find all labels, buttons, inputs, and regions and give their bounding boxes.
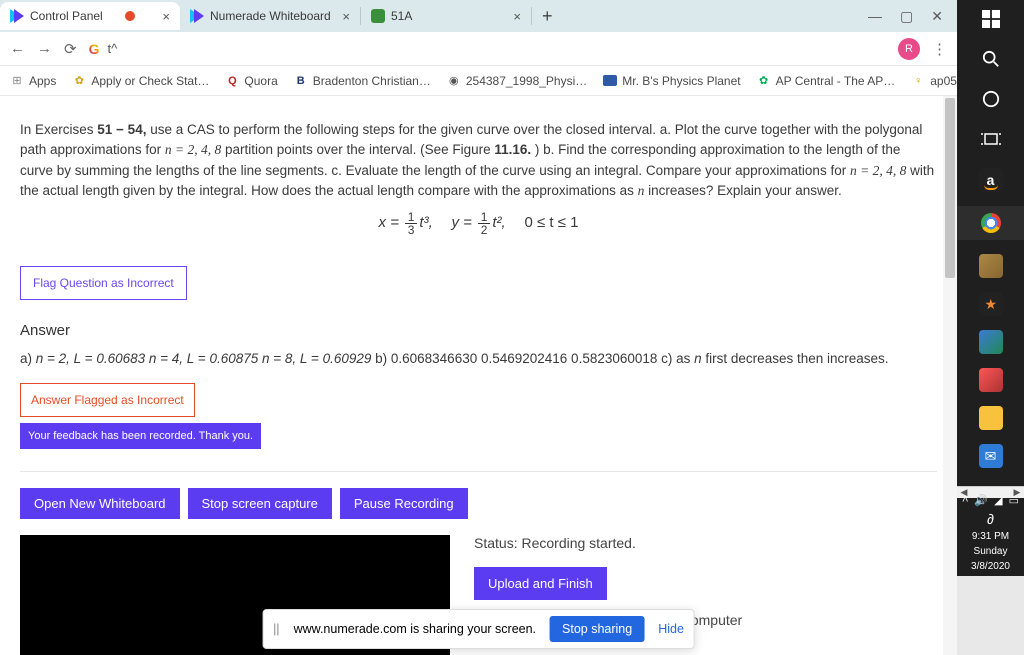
screen-share-bar: || www.numerade.com is sharing your scre… [262,609,695,649]
vertical-scrollbar[interactable] [943,96,957,655]
system-tray: ˄ 🔊 ◢ ▭ ∂ 9:31 PM Sunday 3/8/2020 [957,494,1024,576]
address-bar: ← → ⟳ G t^ R ⋮ [0,32,957,66]
answer-flagged-badge[interactable]: Answer Flagged as Incorrect [20,383,195,417]
start-icon[interactable] [980,8,1002,30]
tab-label: Control Panel [30,9,103,23]
numerade-icon [10,9,24,23]
forward-icon[interactable]: → [37,40,52,57]
close-icon[interactable]: × [162,9,170,24]
close-icon[interactable]: × [513,9,521,24]
file-explorer-icon[interactable] [979,406,1003,430]
windows-taskbar: a ★ ✉ ◀ ▶ ˄ 🔊 ◢ ▭ ∂ 9:31 PM Sunday 3/8/2… [957,0,1024,576]
google-icon: G [89,41,100,57]
answer-text: a) n = 2, L = 0.60683 n = 4, L = 0.60875… [20,349,937,369]
bookmarks-bar: ⊞Apps ✿Apply or Check Stat… QQuora BBrad… [0,66,957,96]
tab-strip: Control Panel × Numerade Whiteboard × 51… [0,0,957,32]
flag-question-button[interactable]: Flag Question as Incorrect [20,266,187,300]
taskview-icon[interactable] [980,128,1002,150]
app-icon [371,9,385,23]
equation-display: x = 13t³, y = 12t², 0 ≤ t ≤ 1 [20,211,937,236]
hide-share-button[interactable]: Hide [658,622,684,636]
search-icon[interactable] [980,48,1002,70]
app-icon-2[interactable]: ★ [979,292,1003,316]
apps-shortcut[interactable]: ⊞Apps [10,74,56,88]
app-icon-3[interactable] [979,368,1003,392]
bookmark-bradenton[interactable]: BBradenton Christian… [294,74,431,88]
url-text: t^ [107,41,117,56]
reload-icon[interactable]: ⟳ [64,40,77,58]
minimize-icon[interactable]: — [868,8,882,25]
maximize-icon[interactable]: ▢ [900,8,913,25]
mail-icon[interactable]: ✉ [979,444,1003,468]
tab-control-panel[interactable]: Control Panel × [0,2,180,30]
clock-day: Sunday [974,546,1008,557]
tab-51a[interactable]: 51A × [361,2,531,30]
bookmark-quora[interactable]: QQuora [225,74,277,88]
answer-heading: Answer [20,320,937,343]
open-whiteboard-button[interactable]: Open New Whiteboard [20,488,180,519]
upload-finish-button[interactable]: Upload and Finish [474,567,607,600]
stop-capture-button[interactable]: Stop screen capture [188,488,332,519]
pause-recording-button[interactable]: Pause Recording [340,488,468,519]
profile-avatar[interactable]: R [898,38,920,60]
tab-label: 51A [391,9,412,23]
back-icon[interactable]: ← [10,40,25,57]
tab-whiteboard[interactable]: Numerade Whiteboard × [180,2,360,30]
question-text: In Exercises 51 − 54, use a CAS to perfo… [20,120,937,201]
share-message: www.numerade.com is sharing your screen. [294,622,536,636]
wifi-icon[interactable]: ◢ [994,494,1002,507]
bookmark-apply[interactable]: ✿Apply or Check Stat… [72,74,209,88]
clock-time[interactable]: 9:31 PM [972,531,1009,542]
tab-label: Numerade Whiteboard [210,9,331,23]
page-viewport: In Exercises 51 − 54, use a CAS to perfo… [0,96,957,655]
bookmark-ap-central[interactable]: ✿AP Central - The AP… [757,74,896,88]
window-close-icon[interactable]: ✕ [931,8,943,25]
numerade-icon [190,9,204,23]
feedback-toast: Your feedback has been recorded. Thank y… [20,423,261,450]
app-icon-1[interactable] [979,254,1003,278]
menu-icon[interactable]: ⋮ [932,40,947,58]
stop-sharing-button[interactable]: Stop sharing [550,616,644,642]
chevron-up-icon[interactable]: ˄ [962,494,968,507]
url-input[interactable]: G t^ [89,41,886,57]
new-tab-button[interactable]: + [532,6,563,27]
recording-status: Status: Recording started. [474,535,937,551]
chrome-app-icon[interactable] [957,206,1024,240]
clock-date: 3/8/2020 [971,561,1010,572]
battery-icon[interactable]: ▭ [1009,494,1019,507]
amazon-app-icon[interactable]: a [979,168,1003,192]
volume-icon[interactable]: 🔊 [974,494,988,507]
close-icon[interactable]: × [342,9,350,24]
store-icon[interactable] [979,330,1003,354]
bookmark-mrb-physics[interactable]: Mr. B's Physics Planet [603,74,740,88]
input-indicator[interactable]: ∂ [987,511,994,527]
bookmark-physics-pdf[interactable]: ◉254387_1998_Physi… [447,74,587,88]
recording-dot-icon [125,11,135,21]
cortana-icon[interactable] [980,88,1002,110]
